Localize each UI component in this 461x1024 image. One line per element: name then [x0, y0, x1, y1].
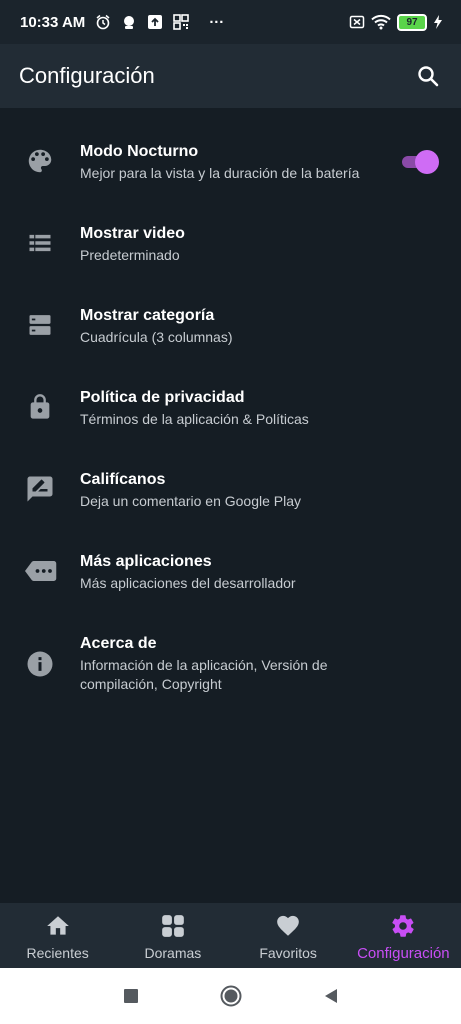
setting-subtitle: Mejor para la vista y la duración de la …	[80, 165, 360, 181]
search-icon[interactable]	[415, 63, 441, 89]
setting-subtitle: Deja un comentario en Google Play	[80, 493, 302, 509]
setting-texts: Modo Nocturno Mejor para la vista y la d…	[80, 141, 391, 183]
status-bar: 10:33 AM ··· 97	[0, 0, 461, 44]
setting-subtitle: Cuadrícula (3 columnas)	[80, 329, 233, 345]
setting-subtitle: Términos de la aplicación & Políticas	[80, 411, 309, 427]
nav-item-favoritos[interactable]: Favoritos	[231, 903, 346, 968]
bottom-nav: Recientes Doramas Favoritos Configuració…	[0, 903, 461, 968]
wifi-icon	[371, 14, 391, 30]
status-time: 10:33 AM	[20, 13, 86, 31]
setting-more-apps[interactable]: Más aplicaciones Más aplicaciones del de…	[0, 530, 461, 612]
setting-subtitle: Predeterminado	[80, 247, 180, 263]
notification-icon	[121, 14, 137, 30]
setting-title: Modo Nocturno	[80, 143, 199, 160]
nav-item-recientes[interactable]: Recientes	[0, 903, 115, 968]
status-left: 10:33 AM ···	[20, 14, 224, 31]
setting-texts: Acerca de Información de la aplicación, …	[80, 633, 391, 694]
charging-icon	[433, 14, 443, 30]
nav-label: Doramas	[144, 945, 202, 961]
page-title: Configuración	[19, 63, 155, 88]
home-circle-icon[interactable]	[220, 985, 242, 1007]
home-icon	[45, 913, 71, 939]
status-more-dots: ···	[209, 13, 225, 31]
heart-icon	[275, 913, 301, 939]
setting-title: Mostrar categoría	[80, 307, 215, 324]
qr-icon	[173, 14, 190, 30]
app-bar: Configuración	[0, 44, 461, 108]
system-nav-bar	[0, 968, 461, 1024]
status-right: 97	[349, 13, 443, 31]
toggle-thumb	[415, 150, 439, 174]
more-tag-icon	[22, 555, 58, 587]
setting-subtitle: Información de la aplicación, Versión de	[80, 657, 328, 673]
lock-icon	[24, 391, 56, 423]
setting-texts: Califícanos Deja un comentario en Google…	[80, 469, 391, 511]
setting-night-mode[interactable]: Modo Nocturno Mejor para la vista y la d…	[0, 120, 461, 202]
nav-item-doramas[interactable]: Doramas	[115, 903, 230, 968]
list-icon	[24, 227, 56, 259]
setting-show-video[interactable]: Mostrar video Predeterminado	[0, 202, 461, 284]
setting-subtitle: compilación, Copyright	[80, 676, 222, 692]
sim-icon	[349, 14, 365, 30]
setting-subtitle: Más aplicaciones del desarrollador	[80, 575, 296, 591]
grid-rows-icon	[24, 309, 56, 341]
setting-rate-us[interactable]: Califícanos Deja un comentario en Google…	[0, 448, 461, 530]
alarm-icon	[95, 14, 111, 30]
nav-item-configuracion[interactable]: Configuración	[346, 903, 461, 968]
night-mode-toggle[interactable]	[400, 150, 439, 174]
setting-title: Califícanos	[80, 471, 166, 488]
apps-icon	[160, 913, 186, 939]
nav-label: Recientes	[26, 945, 89, 961]
setting-texts: Más aplicaciones Más aplicaciones del de…	[80, 551, 391, 593]
setting-title: Acerca de	[80, 635, 157, 652]
info-icon	[24, 648, 56, 680]
rate-review-icon	[24, 473, 56, 505]
nav-label: Favoritos	[259, 945, 317, 961]
setting-texts: Mostrar categoría Cuadrícula (3 columnas…	[80, 305, 391, 347]
gear-icon	[390, 913, 416, 939]
setting-texts: Política de privacidad Términos de la ap…	[80, 387, 391, 429]
setting-privacy-policy[interactable]: Política de privacidad Términos de la ap…	[0, 366, 461, 448]
screen: 10:33 AM ··· 97 Configuración Modo Noctu…	[0, 0, 461, 1024]
battery-icon: 97	[397, 13, 427, 31]
palette-icon	[24, 145, 56, 177]
setting-about[interactable]: Acerca de Información de la aplicación, …	[0, 612, 461, 712]
nav-label: Configuración	[357, 945, 450, 962]
setting-title: Mostrar video	[80, 225, 185, 242]
setting-show-category[interactable]: Mostrar categoría Cuadrícula (3 columnas…	[0, 284, 461, 366]
recents-square-icon[interactable]	[120, 985, 142, 1007]
setting-title: Más aplicaciones	[80, 553, 212, 570]
setting-title: Política de privacidad	[80, 389, 245, 406]
back-triangle-icon[interactable]	[320, 985, 342, 1007]
upload-icon	[147, 14, 163, 30]
setting-texts: Mostrar video Predeterminado	[80, 223, 391, 265]
